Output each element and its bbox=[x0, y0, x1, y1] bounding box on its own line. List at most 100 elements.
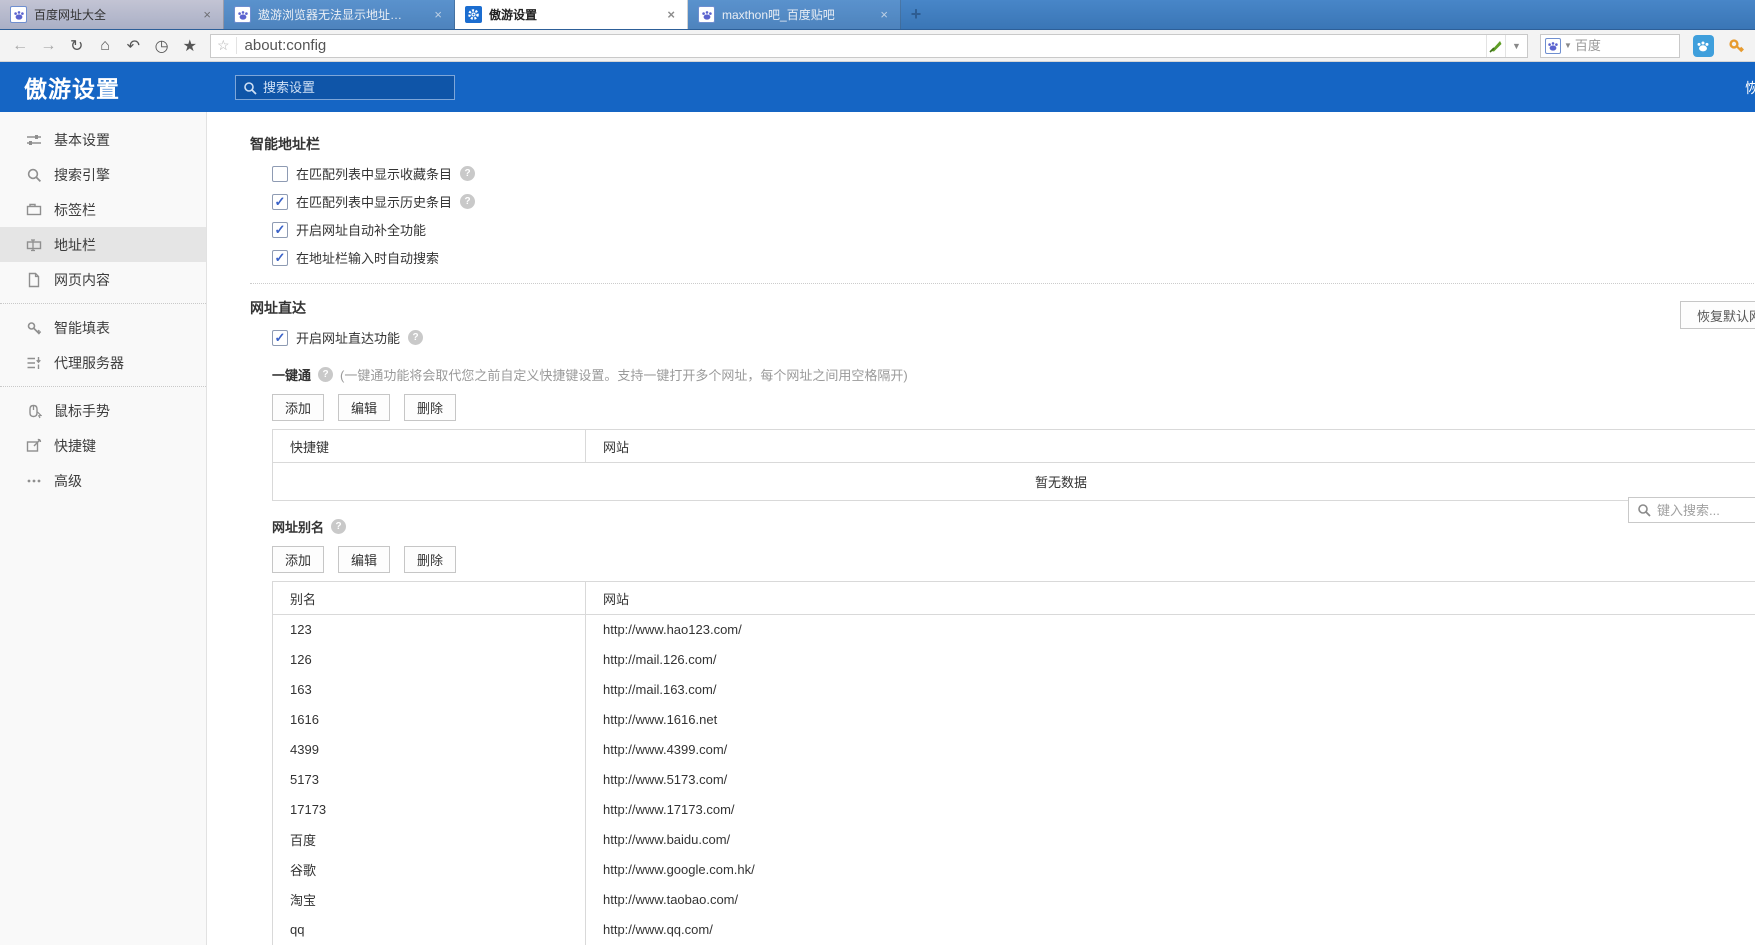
browser-tab-bar: 百度网址大全 × 遨游浏览器无法显示地址栏_百... × 傲游设置 × maxt… bbox=[0, 0, 1755, 30]
settings-search-input[interactable] bbox=[263, 80, 447, 95]
delete-button[interactable]: 删除 bbox=[404, 394, 456, 421]
option-row: ✓ 开启网址直达功能? bbox=[272, 328, 1755, 347]
checkbox[interactable]: ✓ bbox=[272, 221, 288, 238]
alias-table-row[interactable]: 126 http://mail.126.com/ bbox=[272, 644, 1755, 675]
settings-search-box[interactable] bbox=[235, 75, 455, 100]
bookmark-star-icon[interactable]: ☆ bbox=[211, 37, 237, 54]
tab-close-icon[interactable]: × bbox=[199, 7, 215, 22]
passport-icon[interactable] bbox=[1692, 34, 1714, 57]
restore-default-alias-button[interactable]: 恢复默认网址别名 bbox=[1680, 301, 1755, 329]
help-icon[interactable]: ? bbox=[460, 194, 476, 209]
edit-button[interactable]: 编辑 bbox=[338, 394, 390, 421]
browser-tab[interactable]: 百度网址大全 × bbox=[0, 0, 224, 29]
website-cell: http://www.1616.net bbox=[585, 704, 1755, 735]
add-button[interactable]: 添加 bbox=[272, 546, 324, 573]
sidebar-item-6[interactable]: 代理服务器 bbox=[0, 345, 206, 380]
checkbox[interactable]: ✓ bbox=[272, 193, 288, 210]
refresh-icon[interactable]: ↻ bbox=[65, 34, 89, 58]
settings-sidebar: 基本设置 搜索引擎 标签栏 地址栏 网页内容 智能填表 代理服务器 鼠标手势 快… bbox=[0, 112, 207, 945]
alias-table-row[interactable]: 谷歌 http://www.google.com.hk/ bbox=[272, 854, 1755, 885]
sidebar-item-2[interactable]: 标签栏 bbox=[0, 192, 206, 227]
back-icon[interactable]: ← bbox=[8, 34, 32, 58]
alias-cell: qq bbox=[272, 914, 586, 945]
alias-table-row[interactable]: 5173 http://www.5173.com/ bbox=[272, 764, 1755, 795]
help-icon[interactable]: ? bbox=[460, 166, 476, 181]
quick-search-input[interactable] bbox=[1574, 38, 1675, 53]
website-cell: http://mail.126.com/ bbox=[585, 644, 1755, 675]
alias-table-row[interactable]: 163 http://mail.163.com/ bbox=[272, 674, 1755, 705]
add-button[interactable]: 添加 bbox=[272, 394, 324, 421]
sidebar-item-7[interactable]: 鼠标手势 bbox=[0, 393, 206, 428]
search-icon bbox=[26, 167, 42, 183]
help-icon[interactable]: ? bbox=[318, 367, 334, 382]
sidebar-item-1[interactable]: 搜索引擎 bbox=[0, 157, 206, 192]
undo-icon[interactable]: ↶ bbox=[121, 34, 145, 58]
option-row: ✓ 在地址栏输入时自动搜索 bbox=[272, 248, 1755, 267]
col-header-website: 网站 bbox=[585, 581, 1755, 615]
onekey-empty-row: 暂无数据 bbox=[272, 462, 1755, 501]
page-icon bbox=[26, 272, 42, 288]
alias-cell: 1616 bbox=[272, 704, 586, 735]
alias-subheader: 网址别名 ? bbox=[272, 517, 1755, 536]
help-icon[interactable]: ? bbox=[331, 519, 347, 534]
home-icon[interactable]: ⌂ bbox=[93, 34, 117, 58]
checkbox[interactable] bbox=[272, 165, 288, 182]
tab-close-icon[interactable]: × bbox=[876, 7, 892, 22]
mouse-icon bbox=[26, 403, 43, 419]
edit-button[interactable]: 编辑 bbox=[338, 546, 390, 573]
alias-table-row[interactable]: qq http://www.qq.com/ bbox=[272, 914, 1755, 945]
sidebar-item-8[interactable]: 快捷键 bbox=[0, 428, 206, 463]
help-icon[interactable]: ? bbox=[408, 330, 424, 345]
sidebar-item-label: 快捷键 bbox=[54, 437, 96, 454]
option-row: ✓ 在匹配列表中显示历史条目? bbox=[272, 192, 1755, 211]
engine-dropdown-icon[interactable]: ▼ bbox=[1564, 41, 1572, 50]
alias-table-row[interactable]: 17173 http://www.17173.com/ bbox=[272, 794, 1755, 825]
sniffer-feather-icon[interactable] bbox=[1487, 37, 1505, 55]
new-tab-button[interactable]: + bbox=[901, 0, 931, 29]
alias-table-row[interactable]: 百度 http://www.baidu.com/ bbox=[272, 824, 1755, 855]
tab-close-icon[interactable]: × bbox=[430, 7, 446, 22]
settings-title: 傲游设置 bbox=[24, 76, 120, 102]
sidebar-item-3[interactable]: 地址栏 bbox=[0, 227, 206, 262]
alias-table-row[interactable]: 4399 http://www.4399.com/ bbox=[272, 734, 1755, 765]
browser-tab[interactable]: 傲游设置 × bbox=[455, 0, 688, 29]
alias-cell: 4399 bbox=[272, 734, 586, 765]
address-bar[interactable]: ☆ ▼ bbox=[209, 33, 1528, 58]
alias-search-input[interactable] bbox=[1657, 502, 1755, 518]
key-icon bbox=[26, 320, 42, 336]
magic-fill-key-icon[interactable] bbox=[1727, 35, 1748, 57]
website-cell: http://mail.163.com/ bbox=[585, 674, 1755, 705]
alias-table-row[interactable]: 1616 http://www.1616.net bbox=[272, 704, 1755, 735]
option-label: 在匹配列表中显示收藏条目 bbox=[296, 167, 453, 182]
browser-tab[interactable]: 遨游浏览器无法显示地址栏_百... × bbox=[224, 0, 455, 29]
history-icon[interactable]: ◷ bbox=[149, 34, 173, 58]
col-header-website: 网站 bbox=[585, 429, 1755, 463]
gear-icon bbox=[465, 6, 482, 23]
sidebar-item-9[interactable]: 高级 bbox=[0, 463, 206, 498]
search-icon bbox=[1638, 504, 1651, 517]
search-icon bbox=[244, 81, 257, 95]
favorites-icon[interactable]: ★ bbox=[178, 34, 202, 58]
settings-content: 智能地址栏 在匹配列表中显示收藏条目? ✓ 在匹配列表中显示历史条目? ✓ 开启网址自动… bbox=[207, 112, 1755, 945]
alias-table-row[interactable]: 淘宝 http://www.taobao.com/ bbox=[272, 884, 1755, 915]
proxy-icon bbox=[26, 355, 42, 371]
sniffer-dropdown-icon[interactable]: ▼ bbox=[1505, 34, 1527, 57]
forward-icon[interactable]: → bbox=[36, 34, 60, 58]
alias-table-row[interactable]: 123 http://www.hao123.com/ bbox=[272, 614, 1755, 645]
sidebar-item-5[interactable]: 智能填表 bbox=[0, 310, 206, 345]
checkbox[interactable]: ✓ bbox=[272, 329, 288, 346]
tab-title: maxthon吧_百度贴吧 bbox=[722, 8, 835, 22]
tab-close-icon[interactable]: × bbox=[663, 7, 679, 22]
delete-button[interactable]: 删除 bbox=[404, 546, 456, 573]
search-engine-icon[interactable] bbox=[1544, 37, 1561, 54]
website-cell: http://www.17173.com/ bbox=[585, 794, 1755, 825]
sidebar-item-label: 标签栏 bbox=[54, 201, 96, 218]
quick-search-box[interactable]: ▼ bbox=[1539, 33, 1680, 58]
checkbox[interactable]: ✓ bbox=[272, 249, 288, 266]
browser-tab[interactable]: maxthon吧_百度贴吧 × bbox=[688, 0, 901, 29]
alias-search-box[interactable] bbox=[1628, 497, 1755, 523]
sidebar-item-4[interactable]: 网页内容 bbox=[0, 262, 206, 297]
address-input[interactable] bbox=[236, 37, 1487, 54]
restore-defaults-link[interactable]: 恢复默认设置 bbox=[1745, 78, 1755, 98]
sidebar-item-0[interactable]: 基本设置 bbox=[0, 122, 206, 157]
